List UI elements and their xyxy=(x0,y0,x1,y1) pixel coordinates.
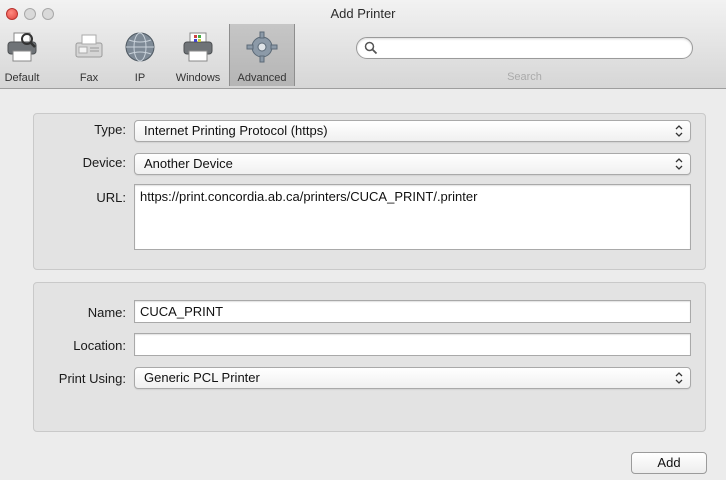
toolbar-fax-label: Fax xyxy=(79,72,99,84)
location-field[interactable] xyxy=(134,333,691,356)
toolbar-advanced-label: Advanced xyxy=(237,72,287,84)
globe-icon xyxy=(125,32,155,62)
printer-icon xyxy=(7,32,37,62)
gear-icon xyxy=(246,31,278,63)
toolbar-windows-button[interactable]: Windows xyxy=(170,24,226,86)
search-icon xyxy=(364,41,378,55)
device-label: Device: xyxy=(82,155,126,170)
toolbar-default-label: Default xyxy=(4,72,40,84)
search-label: Search xyxy=(507,71,542,83)
title-bar-toolbar: Add Printer Default Fax IP Windows Advan… xyxy=(0,0,726,89)
device-popup[interactable]: Another Device xyxy=(134,153,691,175)
url-field[interactable]: https://print.concordia.ab.ca/printers/C… xyxy=(134,184,691,250)
print-using-popup[interactable]: Generic PCL Printer xyxy=(134,367,691,389)
toolbar-windows-label: Windows xyxy=(175,72,221,84)
type-label: Type: xyxy=(94,122,126,137)
add-printer-window: Add Printer Default Fax IP Windows Advan… xyxy=(0,0,726,480)
search-field[interactable] xyxy=(356,37,693,61)
location-label: Location: xyxy=(73,338,126,353)
print-using-popup-value: Generic PCL Printer xyxy=(144,370,260,385)
print-using-label: Print Using: xyxy=(58,371,126,386)
toolbar-ip-button[interactable]: IP xyxy=(118,24,162,86)
window-title: Add Printer xyxy=(330,6,396,21)
toolbar-fax-button[interactable]: Fax xyxy=(64,24,114,86)
name-label: Name: xyxy=(87,305,126,320)
toolbar-ip-label: IP xyxy=(134,72,146,84)
fax-icon xyxy=(75,34,103,58)
popup-arrows-icon xyxy=(675,158,683,170)
toolbar-advanced-button[interactable]: Advanced xyxy=(229,24,295,86)
windows-printer-icon xyxy=(183,32,213,62)
add-button[interactable]: Add xyxy=(631,452,707,474)
name-field[interactable] xyxy=(134,300,691,323)
toolbar-default-button[interactable]: Default xyxy=(0,24,44,86)
popup-arrows-icon xyxy=(675,372,683,384)
device-popup-value: Another Device xyxy=(144,156,233,171)
type-popup[interactable]: Internet Printing Protocol (https) xyxy=(134,120,691,142)
popup-arrows-icon xyxy=(675,125,683,137)
search-input[interactable] xyxy=(356,37,693,59)
type-popup-value: Internet Printing Protocol (https) xyxy=(144,123,328,138)
url-label: URL: xyxy=(96,190,126,205)
